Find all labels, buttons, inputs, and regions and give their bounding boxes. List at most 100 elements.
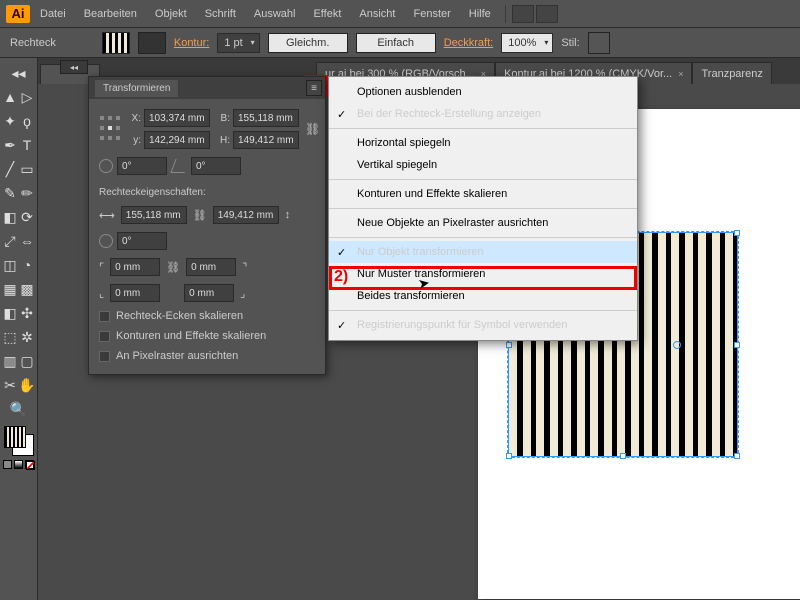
zoom-tool[interactable]: 🔍 bbox=[6, 398, 32, 420]
artboard-tool[interactable]: ▢ bbox=[20, 350, 35, 372]
y-label: y: bbox=[127, 135, 141, 146]
rect-angle-input[interactable]: 0° bbox=[117, 232, 167, 250]
panel-collapse-icon[interactable]: ◂◂ bbox=[60, 60, 88, 74]
mi-hide-options[interactable]: Optionen ausblenden bbox=[329, 81, 637, 103]
rect-tool[interactable]: ▭ bbox=[20, 158, 35, 180]
mi-scale-strokes[interactable]: Konturen und Effekte skalieren bbox=[329, 183, 637, 205]
line-tool[interactable]: ╱ bbox=[3, 158, 18, 180]
layout2-icon[interactable] bbox=[536, 5, 558, 23]
mi-transform-pattern[interactable]: Nur Muster transformieren bbox=[329, 263, 637, 285]
handle-tr[interactable] bbox=[734, 230, 740, 236]
mi-transform-object[interactable]: ✓Nur Objekt transformieren bbox=[329, 241, 637, 263]
menu-window[interactable]: Fenster bbox=[405, 4, 458, 24]
x-input[interactable]: 103,374 mm bbox=[144, 109, 210, 127]
align-pixel-checkbox[interactable]: An Pixelraster ausrichten bbox=[99, 350, 315, 362]
mi-align-new[interactable]: Neue Objekte an Pixelraster ausrichten bbox=[329, 212, 637, 234]
dash-uniform-dropdown[interactable]: Gleichm. bbox=[268, 33, 348, 53]
menu-edit[interactable]: Bearbeiten bbox=[76, 4, 145, 24]
scale-tool[interactable]: ⤢ bbox=[3, 230, 18, 252]
menu-type[interactable]: Schrift bbox=[197, 4, 244, 24]
fill-swatch[interactable] bbox=[102, 32, 130, 54]
corner-bl-icon: ⌞ bbox=[99, 287, 104, 300]
panel-titlebar[interactable]: Transformieren ≡ bbox=[89, 77, 325, 99]
rotate-input[interactable]: 0° bbox=[117, 157, 167, 175]
brush-tool[interactable]: ✎ bbox=[3, 182, 18, 204]
link-icon[interactable]: ⛓ bbox=[193, 209, 207, 222]
corner-br-icon: ⌟ bbox=[240, 287, 245, 300]
blend-tool[interactable]: ⬚ bbox=[3, 326, 18, 348]
style-swatch[interactable] bbox=[588, 32, 610, 54]
free-tool[interactable]: ◫ bbox=[3, 254, 18, 276]
opacity-link[interactable]: Deckkraft: bbox=[444, 37, 494, 49]
color-mode-icons[interactable] bbox=[3, 460, 34, 469]
corner-tl-input[interactable]: 0 mm bbox=[110, 258, 160, 276]
doc-tab-3[interactable]: Tranzparenz bbox=[692, 62, 771, 84]
dash-basic-dropdown[interactable]: Einfach bbox=[356, 33, 436, 53]
selection-tool[interactable]: ▲ bbox=[3, 86, 18, 108]
symbol-tool[interactable]: ✲ bbox=[20, 326, 35, 348]
stroke-link[interactable]: Kontur: bbox=[174, 37, 209, 49]
handle-br[interactable] bbox=[734, 453, 740, 459]
handle-r[interactable] bbox=[734, 342, 740, 348]
fill-stroke-indicator[interactable] bbox=[4, 426, 34, 456]
mi-show-on-create[interactable]: ✓Bei der Rechteck-Erstellung anzeigen bbox=[329, 103, 637, 125]
hand-tool[interactable]: ✋ bbox=[20, 374, 35, 396]
menu-file[interactable]: Datei bbox=[32, 4, 74, 24]
handle-b[interactable] bbox=[620, 453, 626, 459]
check-icon: ✓ bbox=[337, 108, 346, 121]
menu-select[interactable]: Auswahl bbox=[246, 4, 304, 24]
gradient-tool[interactable]: ◧ bbox=[3, 302, 18, 324]
reference-point[interactable] bbox=[99, 115, 121, 143]
link-icon[interactable]: ⛓ bbox=[166, 261, 180, 274]
corner-bl-input[interactable]: 0 mm bbox=[110, 284, 160, 302]
eyedropper-tool[interactable]: ✣ bbox=[20, 302, 35, 324]
stroke-swatch[interactable] bbox=[138, 32, 166, 54]
rect-w-input[interactable]: 155,118 mm bbox=[121, 206, 187, 224]
w-input[interactable]: 155,118 mm bbox=[233, 109, 299, 127]
menu-object[interactable]: Objekt bbox=[147, 4, 195, 24]
slice-tool[interactable]: ✂ bbox=[3, 374, 18, 396]
menu-bar: Ai Datei Bearbeiten Objekt Schrift Auswa… bbox=[0, 0, 800, 28]
mi-flip-v[interactable]: Vertikal spiegeln bbox=[329, 154, 637, 176]
panel-menu-button[interactable]: ≡ bbox=[306, 80, 322, 96]
mesh-tool[interactable]: ▩ bbox=[20, 278, 35, 300]
close-icon[interactable]: × bbox=[678, 69, 683, 79]
rect-w-icon: ⟷ bbox=[99, 209, 115, 222]
corner-br-input[interactable]: 0 mm bbox=[184, 284, 234, 302]
shear-input[interactable]: 0° bbox=[191, 157, 241, 175]
width-tool[interactable]: ⇔ bbox=[20, 230, 35, 252]
shape-builder-tool[interactable]: ◔ bbox=[20, 254, 35, 276]
pencil-tool[interactable]: ✏ bbox=[20, 182, 35, 204]
direct-select-tool[interactable]: ▷ bbox=[20, 86, 35, 108]
scale-corners-checkbox[interactable]: Rechteck-Ecken skalieren bbox=[99, 310, 315, 322]
mi-flip-h[interactable]: Horizontal spiegeln bbox=[329, 132, 637, 154]
y-input[interactable]: 142,294 mm bbox=[144, 131, 210, 149]
center-point[interactable] bbox=[673, 341, 681, 349]
type-tool[interactable]: T bbox=[20, 134, 35, 156]
stroke-weight-dropdown[interactable]: 1 pt bbox=[217, 33, 259, 53]
h-input[interactable]: 149,412 mm bbox=[233, 131, 299, 149]
layout-icon[interactable] bbox=[512, 5, 534, 23]
pen-tool[interactable]: ✒ bbox=[3, 134, 18, 156]
rotate-tool[interactable]: ⟳ bbox=[20, 206, 35, 228]
menu-view[interactable]: Ansicht bbox=[351, 4, 403, 24]
opacity-dropdown[interactable]: 100% bbox=[501, 33, 553, 53]
eraser-tool[interactable]: ◧ bbox=[3, 206, 18, 228]
mi-transform-both[interactable]: Beides transformieren bbox=[329, 285, 637, 307]
corner-tr-input[interactable]: 0 mm bbox=[186, 258, 236, 276]
link-icon[interactable]: ⛓ bbox=[305, 122, 320, 136]
handle-bl[interactable] bbox=[506, 453, 512, 459]
panel-tab[interactable]: Transformieren bbox=[95, 80, 178, 97]
rect-h-input[interactable]: 149,412 mm bbox=[213, 206, 279, 224]
menu-effect[interactable]: Effekt bbox=[305, 4, 349, 24]
perspective-tool[interactable]: ▦ bbox=[3, 278, 18, 300]
magic-wand-tool[interactable]: ✦ bbox=[3, 110, 18, 132]
collapse-icon[interactable]: ◂◂ bbox=[6, 62, 32, 84]
handle-l[interactable] bbox=[506, 342, 512, 348]
graph-tool[interactable]: ▥ bbox=[3, 350, 18, 372]
scale-strokes-checkbox[interactable]: Konturen und Effekte skalieren bbox=[99, 330, 315, 342]
menu-help[interactable]: Hilfe bbox=[461, 4, 499, 24]
lasso-tool[interactable]: ϙ bbox=[20, 110, 35, 132]
mi-symbol-reg[interactable]: ✓Registrierungspunkt für Symbol verwende… bbox=[329, 314, 637, 336]
app-logo: Ai bbox=[6, 5, 30, 23]
